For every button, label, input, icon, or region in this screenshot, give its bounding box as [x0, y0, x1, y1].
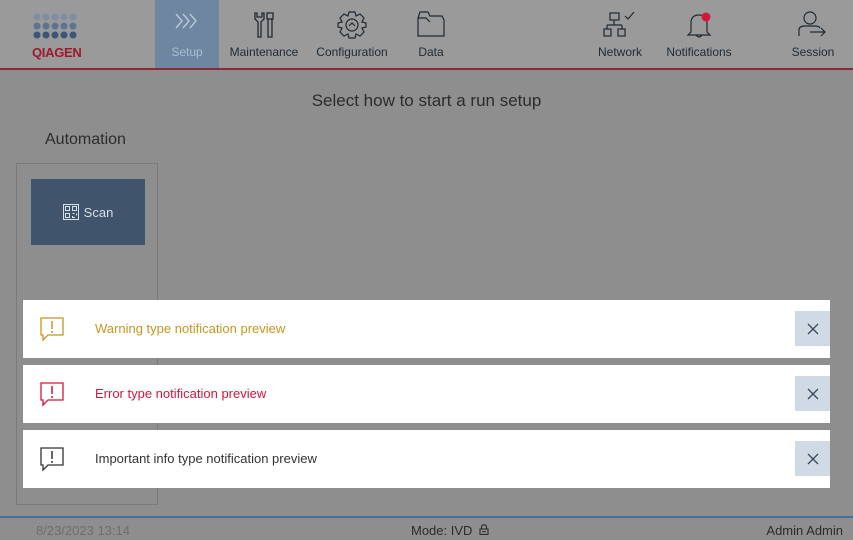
close-icon	[807, 388, 818, 399]
logo-text: QIAGEN	[32, 45, 82, 60]
notification-info: Important info type notification preview	[23, 430, 830, 488]
status-user: Admin Admin	[766, 523, 843, 538]
nav-notifications[interactable]: Notifications	[655, 0, 743, 68]
nav-data[interactable]: Data	[404, 0, 458, 68]
status-bar: 8/23/2023 13:14 Mode: IVD Admin Admin	[0, 516, 853, 540]
nav-setup[interactable]: Setup	[155, 0, 219, 68]
notification-warning: Warning type notification preview	[23, 300, 830, 358]
status-mode-group: Mode: IVD	[411, 523, 489, 538]
nav-label: Setup	[171, 45, 203, 59]
close-notification-button[interactable]	[795, 311, 830, 346]
gear-icon	[337, 11, 367, 39]
nav-maintenance[interactable]: Maintenance	[225, 0, 303, 68]
logo-dots-icon	[33, 13, 77, 39]
page-heading: Select how to start a run setup	[311, 91, 542, 110]
error-message-icon	[40, 382, 64, 407]
notification-error: Error type notification preview	[23, 365, 830, 423]
status-datetime: 8/23/2023 13:14	[36, 523, 130, 538]
nav-configuration[interactable]: Configuration	[308, 0, 396, 68]
close-notification-button[interactable]	[795, 376, 830, 411]
nav-label: Configuration	[316, 45, 388, 59]
network-icon	[603, 11, 635, 37]
info-message-icon	[40, 447, 64, 472]
lock-icon	[479, 524, 489, 536]
nav-label: Maintenance	[229, 45, 299, 59]
user-logout-icon	[798, 11, 826, 37]
top-bar-divider	[0, 68, 853, 70]
scan-label: Scan	[83, 204, 114, 220]
notification-message: Warning type notification preview	[95, 321, 286, 336]
chevrons-right-icon	[175, 13, 197, 29]
nav-label: Data	[418, 45, 444, 59]
tools-icon	[254, 12, 274, 38]
folder-icon	[417, 11, 445, 37]
close-notification-button[interactable]	[795, 441, 830, 476]
nav-label: Notifications	[666, 45, 732, 59]
notification-message: Error type notification preview	[95, 386, 267, 401]
nav-label: Network	[597, 45, 642, 59]
scan-button[interactable]: Scan	[31, 179, 145, 245]
close-icon	[807, 453, 818, 464]
nav-label: Session	[791, 45, 835, 59]
nav-network[interactable]: Network	[590, 0, 650, 68]
close-icon	[807, 323, 818, 334]
warning-message-icon	[40, 317, 64, 342]
notification-message: Important info type notification preview	[95, 451, 317, 466]
status-mode: Mode: IVD	[411, 523, 473, 538]
automation-title: Automation	[45, 131, 126, 148]
bell-icon	[686, 12, 712, 38]
qiagen-logo: QIAGEN	[24, 8, 106, 68]
nav-session[interactable]: Session	[778, 0, 848, 68]
qr-code-icon	[62, 204, 79, 220]
